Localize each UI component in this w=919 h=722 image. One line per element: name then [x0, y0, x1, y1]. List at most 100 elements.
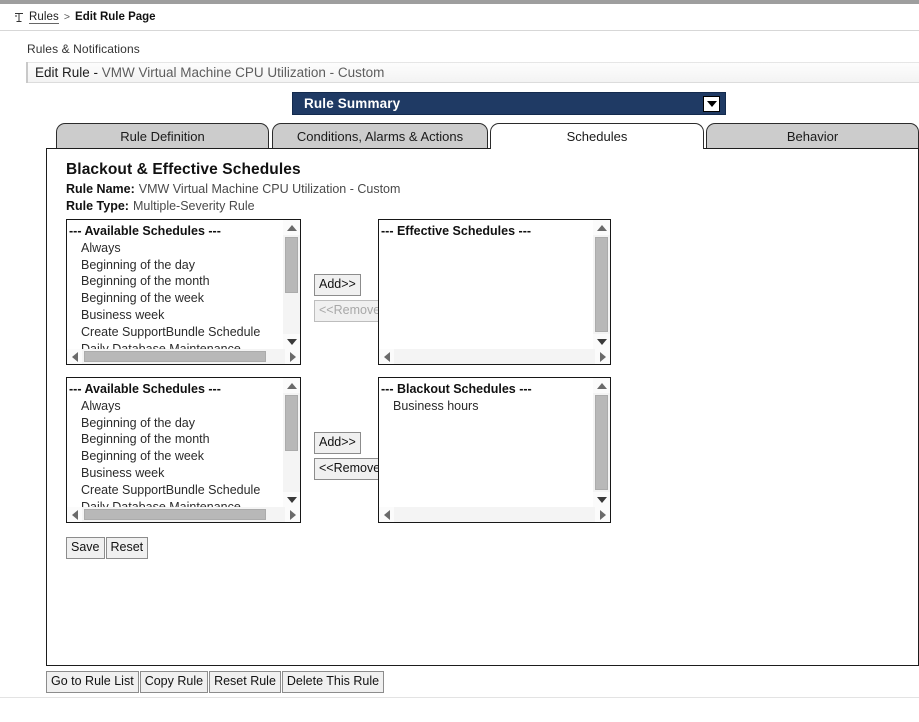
scrollbar-track[interactable]: [283, 235, 300, 334]
scrollbar-thumb[interactable]: [595, 395, 608, 490]
horizontal-scrollbar[interactable]: [379, 349, 610, 364]
chevron-down-icon[interactable]: [703, 96, 720, 112]
tab-bar: Rule Definition Conditions, Alarms & Act…: [56, 123, 919, 149]
vertical-scrollbar[interactable]: [282, 220, 300, 349]
tab-label: Rule Definition: [120, 129, 205, 144]
scroll-right-icon[interactable]: [285, 349, 300, 364]
scroll-right-icon[interactable]: [595, 349, 610, 364]
scroll-left-icon[interactable]: [67, 507, 82, 522]
effective-schedules-list[interactable]: --- Effective Schedules ---: [378, 219, 611, 365]
list-item[interactable]: Always: [67, 240, 283, 257]
vertical-scrollbar[interactable]: [592, 378, 610, 507]
remove-blackout-schedule-button[interactable]: <<Remove: [314, 458, 385, 480]
scrollbar-thumb[interactable]: [595, 237, 608, 332]
breadcrumb-separator: >: [63, 11, 71, 23]
delete-this-rule-button[interactable]: Delete This Rule: [282, 671, 384, 693]
scrollbar-thumb[interactable]: [285, 237, 298, 293]
tab-behavior[interactable]: Behavior: [706, 123, 919, 149]
rule-name-row: Rule Name:VMW Virtual Machine CPU Utiliz…: [66, 182, 400, 196]
section-label: Rules & Notifications: [27, 42, 140, 56]
breadcrumb: Rules > Edit Rule Page: [14, 8, 156, 26]
list-item[interactable]: Beginning of the week: [67, 448, 283, 465]
scrollbar-thumb[interactable]: [84, 509, 266, 520]
list-header: --- Effective Schedules ---: [379, 223, 593, 240]
page-title-prefix: Edit Rule -: [35, 65, 102, 80]
scroll-down-icon[interactable]: [593, 492, 610, 507]
add-blackout-schedule-button[interactable]: Add>>: [314, 432, 361, 454]
scroll-up-icon[interactable]: [593, 378, 610, 393]
effective-schedules-transfer: --- Available Schedules --- Always Begin…: [66, 219, 611, 365]
reset-button[interactable]: Reset: [106, 537, 149, 559]
remove-effective-schedule-button[interactable]: <<Remove: [314, 300, 385, 322]
scrollbar-track[interactable]: [283, 393, 300, 492]
horizontal-scrollbar[interactable]: [67, 507, 300, 522]
list-item[interactable]: Business week: [67, 465, 283, 482]
scroll-down-icon[interactable]: [593, 334, 610, 349]
tab-conditions-alarms-actions[interactable]: Conditions, Alarms & Actions: [272, 123, 488, 149]
bottom-action-bar: Go to Rule List Copy Rule Reset Rule Del…: [46, 671, 384, 693]
page-title: Edit Rule - VMW Virtual Machine CPU Util…: [28, 65, 384, 80]
list-item[interactable]: Beginning of the month: [67, 431, 283, 448]
blackout-schedules-list[interactable]: --- Blackout Schedules --- Business hour…: [378, 377, 611, 523]
list-item[interactable]: Business week: [67, 307, 283, 324]
panel-title: Blackout & Effective Schedules: [66, 161, 301, 179]
scrollbar-thumb[interactable]: [84, 351, 266, 362]
horizontal-scrollbar[interactable]: [67, 349, 300, 364]
reset-rule-button[interactable]: Reset Rule: [209, 671, 281, 693]
horizontal-scrollbar[interactable]: [379, 507, 610, 522]
copy-rule-button[interactable]: Copy Rule: [140, 671, 208, 693]
tab-schedules[interactable]: Schedules: [490, 123, 704, 149]
page-title-bar: Edit Rule - VMW Virtual Machine CPU Util…: [26, 62, 919, 83]
scroll-down-icon[interactable]: [283, 334, 300, 349]
add-effective-schedule-button[interactable]: Add>>: [314, 274, 361, 296]
tab-label: Conditions, Alarms & Actions: [297, 129, 463, 144]
scroll-up-icon[interactable]: [283, 220, 300, 235]
list-item[interactable]: Create SupportBundle Schedule: [67, 482, 283, 499]
effective-transfer-buttons: Add>> <<Remove: [314, 274, 376, 322]
top-chrome-strip: [0, 0, 919, 4]
scroll-up-icon[interactable]: [283, 378, 300, 393]
rule-name-label: Rule Name:: [66, 182, 135, 196]
scroll-up-icon[interactable]: [593, 220, 610, 235]
scroll-right-icon[interactable]: [595, 507, 610, 522]
scroll-left-icon[interactable]: [379, 349, 394, 364]
list-item[interactable]: Beginning of the week: [67, 290, 283, 307]
page-title-value: VMW Virtual Machine CPU Utilization - Cu…: [102, 65, 385, 80]
list-item[interactable]: Daily Database Maintenance: [67, 341, 283, 349]
list-header: --- Blackout Schedules ---: [379, 381, 593, 398]
scrollbar-track[interactable]: [593, 393, 610, 492]
available-schedules-list-blackout[interactable]: --- Available Schedules --- Always Begin…: [66, 377, 301, 523]
vertical-scrollbar[interactable]: [592, 220, 610, 349]
scroll-left-icon[interactable]: [379, 507, 394, 522]
breadcrumb-current-page: Edit Rule Page: [75, 11, 156, 23]
list-header: --- Available Schedules ---: [67, 381, 283, 398]
scroll-down-icon[interactable]: [283, 492, 300, 507]
rule-name-value: VMW Virtual Machine CPU Utilization - Cu…: [135, 182, 401, 196]
rule-summary-dropdown[interactable]: Rule Summary: [292, 92, 726, 115]
list-item[interactable]: Always: [67, 398, 283, 415]
scroll-left-icon[interactable]: [67, 349, 82, 364]
form-action-buttons: Save Reset: [66, 537, 148, 559]
breadcrumb-link-rules[interactable]: Rules: [29, 11, 59, 24]
scroll-right-icon[interactable]: [285, 507, 300, 522]
list-item[interactable]: Beginning of the day: [67, 415, 283, 432]
footer-divider: [0, 697, 919, 698]
scrollbar-track[interactable]: [593, 235, 610, 334]
rule-type-row: Rule Type:Multiple-Severity Rule: [66, 199, 255, 213]
tab-rule-definition[interactable]: Rule Definition: [56, 123, 269, 149]
vertical-scrollbar[interactable]: [282, 378, 300, 507]
list-item[interactable]: Beginning of the month: [67, 273, 283, 290]
list-item[interactable]: Business hours: [379, 398, 593, 415]
tab-label: Behavior: [787, 129, 838, 144]
schedules-panel: Blackout & Effective Schedules Rule Name…: [46, 148, 919, 666]
list-header: --- Available Schedules ---: [67, 223, 283, 240]
list-item[interactable]: Daily Database Maintenance: [67, 499, 283, 507]
go-to-rule-list-button[interactable]: Go to Rule List: [46, 671, 139, 693]
available-schedules-list-effective[interactable]: --- Available Schedules --- Always Begin…: [66, 219, 301, 365]
list-item[interactable]: Create SupportBundle Schedule: [67, 324, 283, 341]
hierarchy-icon: [14, 12, 25, 23]
save-button[interactable]: Save: [66, 537, 105, 559]
scrollbar-thumb[interactable]: [285, 395, 298, 451]
header-divider: [0, 30, 919, 31]
list-item[interactable]: Beginning of the day: [67, 257, 283, 274]
